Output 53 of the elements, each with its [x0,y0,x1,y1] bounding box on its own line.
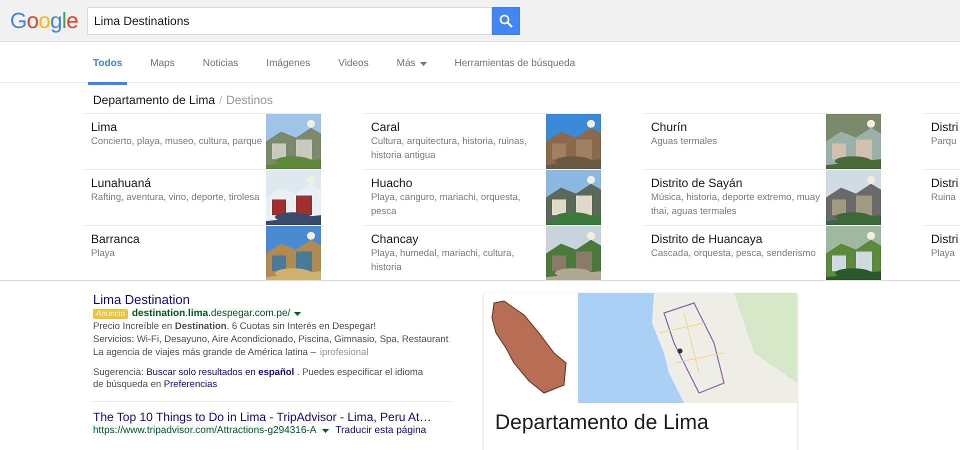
breadcrumb-current: Destinos [226,93,273,107]
nav-tab[interactable]: Videos [333,42,374,85]
destination-title[interactable]: Distrito de Sayán [651,176,824,190]
destination-description: Playa [931,247,956,261]
language-link[interactable]: Buscar solo resultados en español [146,367,294,378]
nav-tab[interactable]: Todos [88,42,128,85]
destination-description: Aguas termales [651,135,718,149]
search-icon [499,14,513,28]
snippet-source: iprofesional [320,346,368,359]
destination-title[interactable]: Churín [651,120,824,134]
destination-title[interactable]: Distri [931,120,960,134]
result-snippet: Servicios: Wi-Fi, Desayuno, Aire Acondicionado, Piscina, Gimnasio, Spa, Restaurant [93,333,450,346]
nav-tab[interactable]: Maps [145,42,180,85]
destination-title[interactable]: Distri [931,176,960,190]
nav-tab[interactable]: Imágenes [261,42,316,85]
result-snippet: La agencia de viajes más grande de América latina – [93,346,316,359]
destination-description: Ruina [931,191,957,205]
destination-title[interactable]: Lunahuaná [91,176,264,190]
panel-title: Departamento de Lima [494,410,710,435]
destination-description: Playa [91,247,116,261]
destination-title[interactable]: Distrito de Huancaya [651,232,824,246]
result-title[interactable]: The Top 10 Things to Do in Lima - TripAdvisor - Lima, Peru At… [93,410,478,425]
destination-description: Playa, humedal, mariachi, cultura, historia [371,247,516,275]
breadcrumb-link[interactable]: Departamento de Lima [93,93,216,107]
destination-title[interactable]: Distri [931,232,960,246]
search-button[interactable] [492,6,520,34]
destination-title[interactable]: Barranca [91,232,264,246]
nav-tab[interactable]: Herramientas de búsqueda [450,42,580,85]
destination-description: Rafting, aventura, vino, deporte, tirolesa [91,191,260,205]
ad-badge: Anuncio [93,308,128,318]
nav-tab[interactable]: Más [392,42,432,85]
destination-description: Cultura, arquitectura, historia, ruinas, historia antigua [371,135,528,163]
breadcrumb-separator: / [219,95,222,107]
result-title[interactable]: Lima Destination [93,293,478,307]
nav-tab[interactable]: Noticias [198,42,244,85]
destination-description: Playa, canguro, mariachi, orquesta, pesca [371,191,522,219]
search-field[interactable]: Lima Destinations [87,6,492,34]
destination-title[interactable]: Huacho [371,176,544,190]
destination-title[interactable]: Chancay [371,232,544,246]
result-url[interactable]: destination.lima.despegar.com.pe/ [132,308,290,319]
caret-icon[interactable] [294,312,302,316]
destination-description: Música, historia, deporte extremo, muay thai, aguas termales [651,191,821,219]
destination-title[interactable]: Caral [371,120,544,134]
suggestion-text: Sugerencia: Buscar solo resultados en español . Puedes especificar el idioma de búsqueda en Preferencias [93,367,424,391]
translate-link[interactable]: Traducir esta página [335,425,426,437]
result-url[interactable]: https://www.tripadvisor.com/Attractions-g294316-A [93,425,316,437]
destination-description: Concierto, playa, museo, cultura, parque [91,135,264,149]
destination-description: Parqu [931,135,958,149]
result-snippet: Precio Increíble en Destination. 6 Cuotas sin Interés en Despegar! [93,320,378,333]
caret-icon[interactable] [322,429,330,433]
destination-title[interactable]: Lima [91,120,264,134]
destination-description: Cascada, orquesta, pesca, senderismo [651,247,817,261]
preferences-link[interactable]: Preferencias [164,379,218,390]
